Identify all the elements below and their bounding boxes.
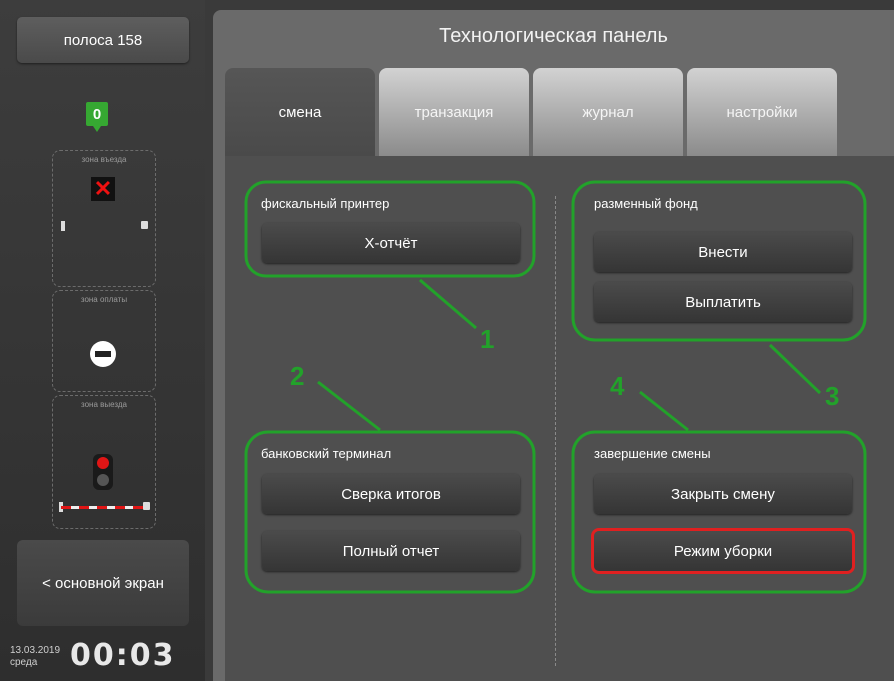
close-shift-button[interactable]: Закрыть смену [594,474,852,514]
tab-settings[interactable]: настройки [687,68,837,156]
counter-value: 0 [86,102,108,126]
x-report-button[interactable]: Х-отчёт [262,223,520,263]
zone-exit-label: зона выезда [81,400,127,409]
payout-button[interactable]: Выплатить [594,282,852,322]
lane-button[interactable]: полоса 158 [17,17,189,63]
zone-entry-label: зона въезда [81,155,127,164]
traffic-light-icon [93,454,113,490]
tab-journal[interactable]: журнал [533,68,683,156]
reconcile-totals-button[interactable]: Сверка итогов [262,474,520,514]
zone-entry: зона въезда ✕ [52,150,156,287]
deposit-button[interactable]: Внести [594,232,852,272]
sensor-icon [141,221,148,229]
column-divider [555,196,556,666]
tab-shift[interactable]: смена [225,68,375,156]
zone-payment: зона оплаты [52,290,156,392]
no-entry-icon [90,341,116,367]
closed-x-icon: ✕ [91,177,115,201]
date-value: 13.03.2019 [10,645,61,656]
tab-content: фискальный принтер Х-отчёт разменный фон… [225,156,894,681]
barrier-arm-icon [61,506,147,509]
tab-transaction[interactable]: транзакция [379,68,529,156]
cleaning-mode-button[interactable]: Режим уборки [594,531,852,571]
counter-pointer-icon [93,126,101,132]
change-fund-title: разменный фонд [594,196,698,211]
barrier-post-icon [61,221,65,231]
zone-exit: зона выезда [52,395,156,529]
main-screen-button[interactable]: < основной экран [17,540,189,626]
fiscal-printer-title: фискальный принтер [261,196,390,211]
panel-title: Технологическая панель [439,25,668,47]
sensor-icon [143,502,150,510]
bank-terminal-title: банковский терминал [261,446,392,461]
vehicle-counter: 0 [86,102,108,132]
weekday-value: среда [10,657,38,668]
shift-end-title: завершение смены [594,446,711,461]
clock: 00:03 [70,638,176,673]
zone-payment-label: зона оплаты [80,295,128,304]
sidebar: полоса 158 0 зона въезда ✕ зона оплаты з… [0,0,205,681]
tech-panel: Технологическая панель смена транзакция … [213,10,894,681]
date-display: 13.03.2019 среда [10,645,60,669]
full-report-button[interactable]: Полный отчет [262,531,520,571]
